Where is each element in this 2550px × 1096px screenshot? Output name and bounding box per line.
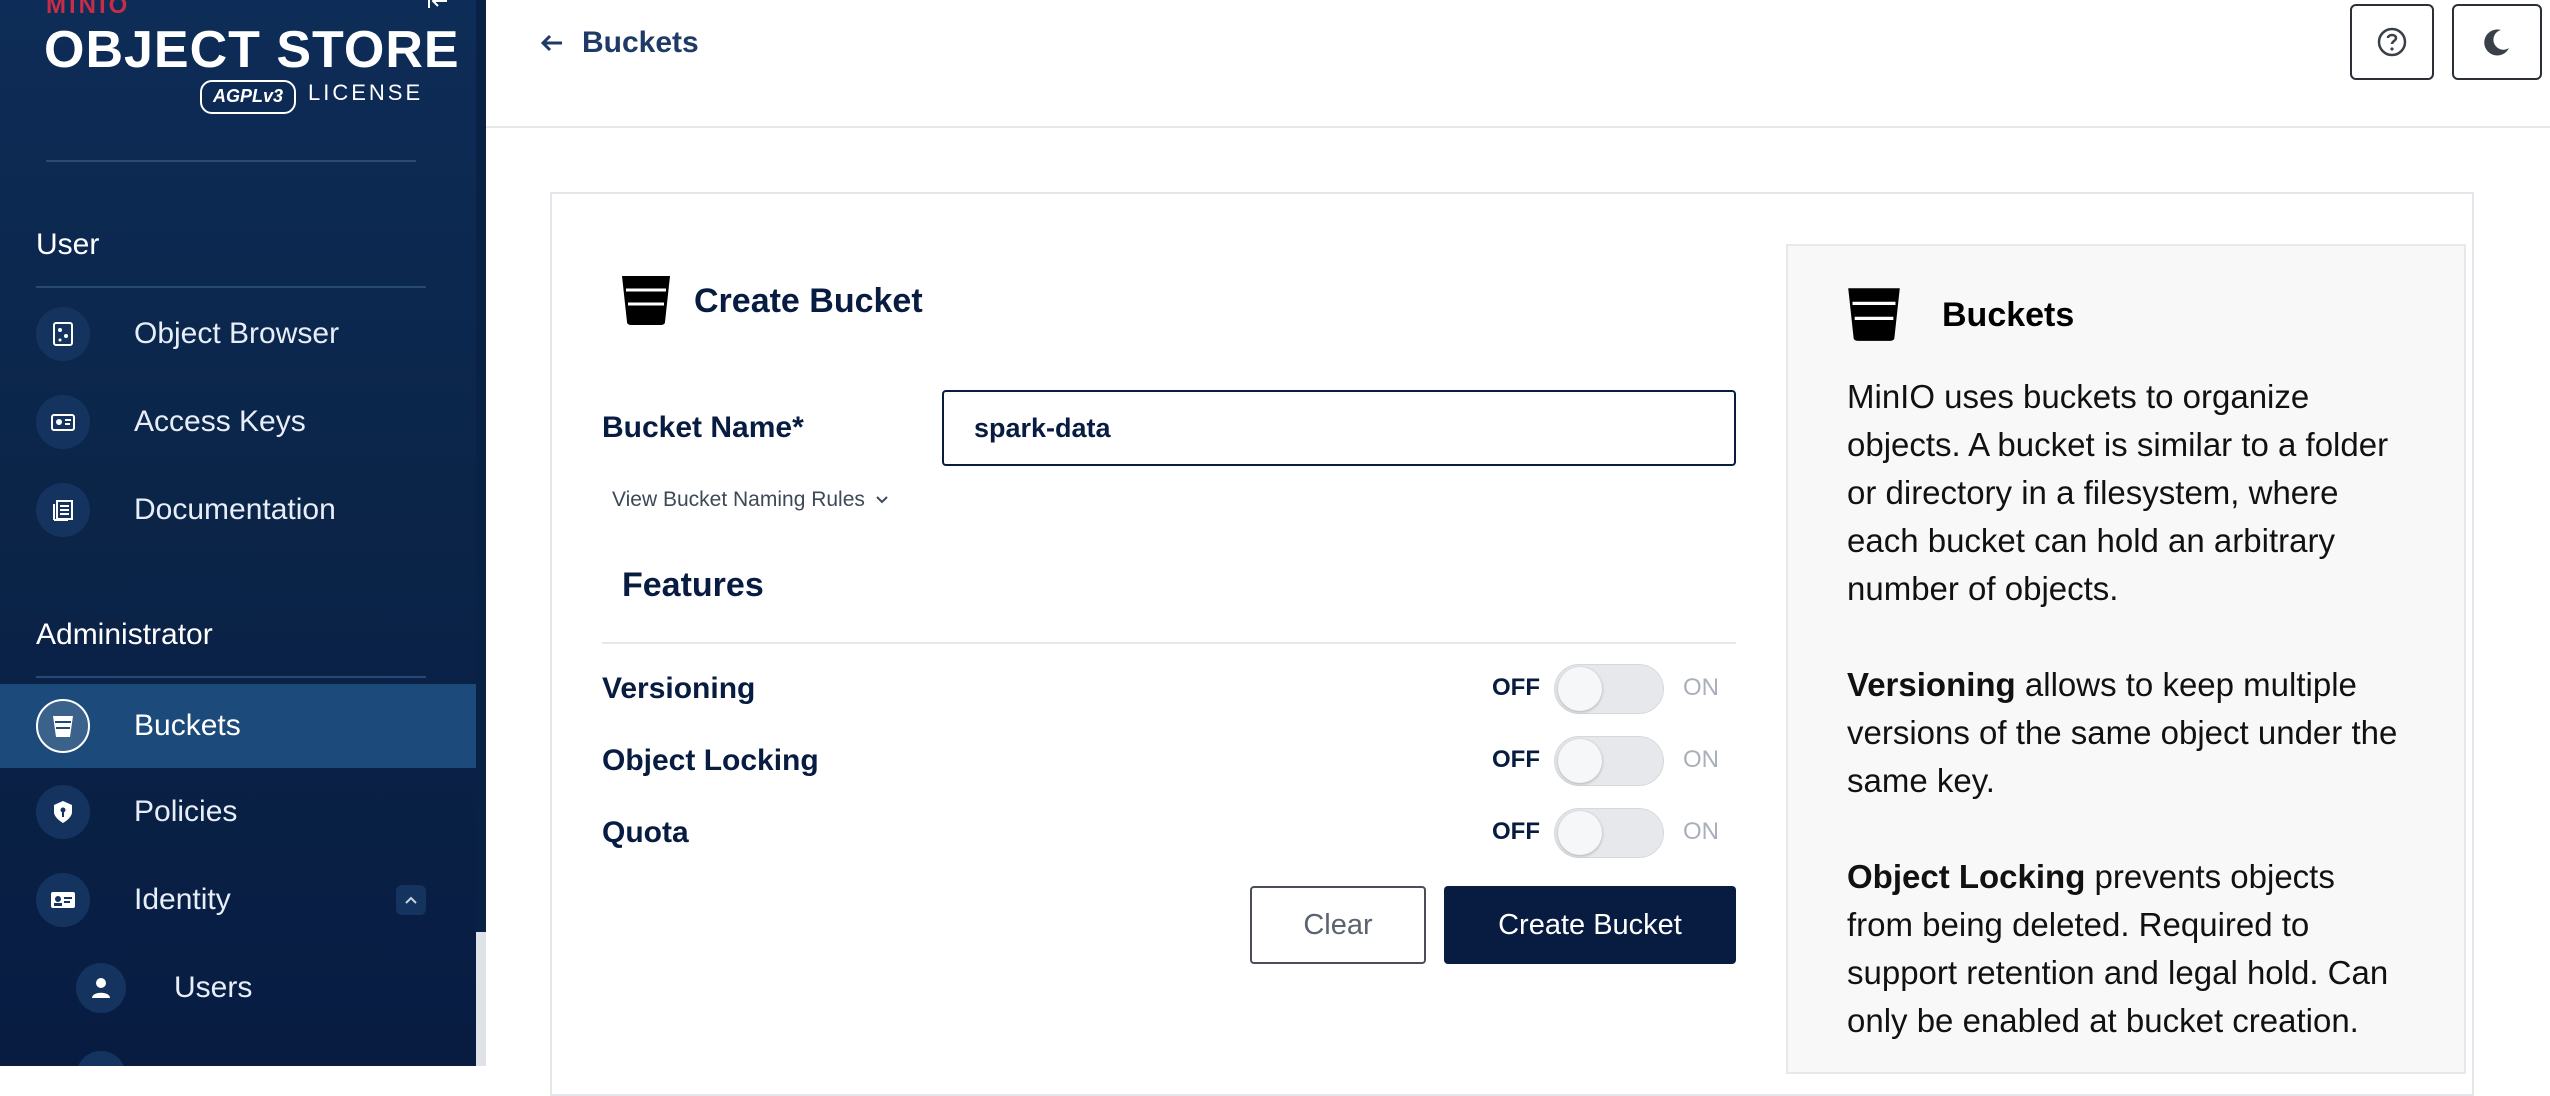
toggle-knob: [1558, 811, 1602, 855]
toggle-knob: [1558, 739, 1602, 783]
section-divider: [36, 676, 426, 678]
bucket-name-label: Bucket Name*: [602, 411, 804, 444]
logo-divider: [46, 160, 416, 162]
toggle-knob: [1558, 667, 1602, 711]
quota-off-label: OFF: [1492, 818, 1540, 845]
help-icon: [2377, 27, 2407, 57]
view-naming-rules-link[interactable]: View Bucket Naming Rules: [612, 488, 889, 512]
user-icon: [76, 963, 126, 1013]
sidebar-item-label: Object Browser: [134, 317, 340, 350]
versioning-toggle[interactable]: [1554, 664, 1664, 714]
object-locking-label: Object Locking: [602, 744, 819, 777]
object-browser-icon: [36, 307, 90, 361]
access-keys-icon: [36, 395, 90, 449]
sidebar-item-identity[interactable]: Identity: [0, 860, 476, 940]
sidebar-item-label: Identity: [134, 883, 231, 916]
sidebar-item-access-keys[interactable]: Access Keys: [0, 382, 476, 462]
quota-toggle[interactable]: [1554, 808, 1664, 858]
quota-on-label: ON: [1683, 818, 1719, 845]
sidebar-item-documentation[interactable]: Documentation: [0, 470, 476, 550]
bucket-icon: [36, 699, 90, 753]
sidebar-item-label: Documentation: [134, 493, 336, 526]
clear-button[interactable]: Clear: [1250, 886, 1426, 964]
sidebar-scrollbar-track: [476, 932, 486, 1066]
help-object-locking: Object Locking prevents objects from bei…: [1847, 853, 2407, 1045]
license-badge: AGPLv3: [200, 80, 296, 114]
object-locking-toggle[interactable]: [1554, 736, 1664, 786]
help-versioning: Versioning allows to keep multiple versi…: [1847, 661, 2407, 805]
help-locking-term: Object Locking: [1847, 858, 2086, 895]
create-bucket-button[interactable]: Create Bucket: [1444, 886, 1736, 964]
breadcrumb: Buckets: [582, 26, 699, 59]
sidebar-item-object-browser[interactable]: Object Browser: [0, 294, 476, 374]
logo-product-name: OBJECT STORE: [44, 21, 460, 79]
license-label: LICENSE: [308, 80, 424, 105]
policy-shield-icon: [36, 785, 90, 839]
sidebar-item-label: Users: [174, 971, 253, 1004]
section-title-user: User: [36, 228, 100, 261]
object-locking-on-label: ON: [1683, 746, 1719, 773]
naming-rules-label: View Bucket Naming Rules: [612, 488, 865, 511]
help-button[interactable]: [2350, 4, 2434, 80]
features-title: Features: [622, 566, 764, 604]
form-title: Create Bucket: [694, 282, 923, 320]
chevron-up-icon[interactable]: [396, 885, 426, 915]
sidebar-item-policies[interactable]: Policies: [0, 772, 476, 852]
quota-label: Quota: [602, 816, 689, 849]
sidebar: MINIO OBJECT STORE AGPLv3 LICENSE User O…: [0, 0, 476, 1066]
help-title: Buckets: [1942, 296, 2075, 334]
moon-icon: [2484, 29, 2509, 56]
sidebar-scrollbar[interactable]: [476, 0, 486, 932]
back-to-buckets-link[interactable]: Buckets: [540, 26, 699, 60]
arrow-left-icon: [540, 34, 562, 52]
sidebar-item-buckets[interactable]: Buckets: [0, 684, 476, 768]
identity-card-icon: [36, 873, 90, 927]
sidebar-item-label: Access Keys: [134, 405, 306, 438]
help-intro: MinIO uses buckets to organize objects. …: [1847, 378, 2389, 607]
bucket-icon: [622, 276, 670, 325]
sidebar-item-users[interactable]: Users: [0, 948, 476, 1028]
section-divider: [36, 286, 426, 288]
documentation-icon: [36, 483, 90, 537]
bucket-name-input[interactable]: [942, 390, 1736, 466]
chevron-down-icon: [876, 496, 888, 504]
group-icon: [76, 1051, 126, 1066]
help-text: MinIO uses buckets to organize objects. …: [1847, 373, 2407, 1093]
page-header: Buckets: [486, 0, 2550, 128]
versioning-on-label: ON: [1683, 674, 1719, 701]
theme-toggle-button[interactable]: [2452, 4, 2542, 80]
collapse-sidebar-icon[interactable]: [425, 0, 451, 18]
features-divider: [602, 642, 1736, 644]
bucket-icon: [1848, 288, 1900, 341]
sidebar-item-label: Policies: [134, 795, 238, 828]
help-versioning-term: Versioning: [1847, 666, 2016, 703]
sidebar-item-next[interactable]: [0, 1036, 476, 1066]
versioning-label: Versioning: [602, 672, 756, 705]
logo-brand-small: MINIO: [46, 0, 131, 19]
sidebar-item-label: Buckets: [134, 709, 241, 742]
section-title-administrator: Administrator: [36, 618, 213, 651]
versioning-off-label: OFF: [1492, 674, 1540, 701]
object-locking-off-label: OFF: [1492, 746, 1540, 773]
